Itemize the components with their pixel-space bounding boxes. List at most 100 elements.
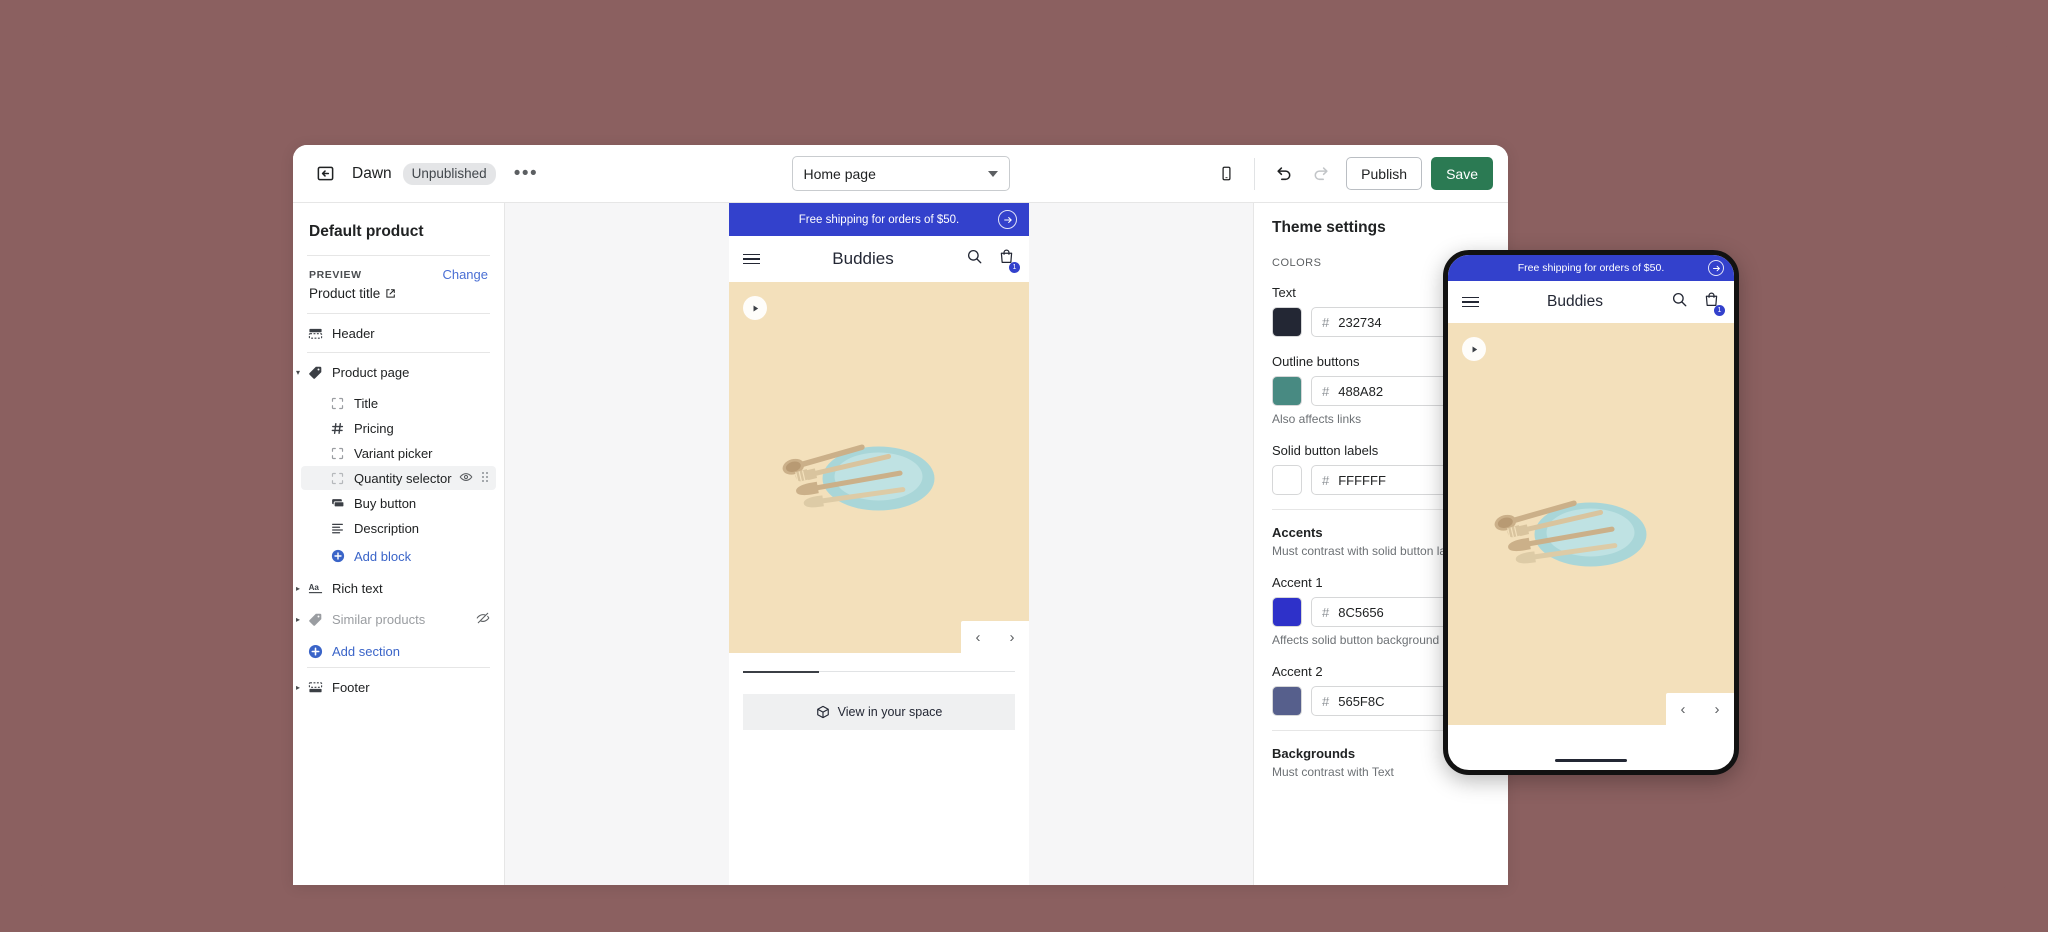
page-selector[interactable]: Home page [791,156,1010,191]
home-indicator [1555,759,1627,762]
carousel-prev-button[interactable]: ‹ [961,621,995,653]
hash-symbol: # [1322,314,1330,330]
play-icon[interactable] [1462,337,1486,361]
color-swatch[interactable] [1272,597,1302,627]
hash-symbol: # [1322,472,1330,488]
carousel-progress [743,670,1015,673]
sidebar-item-header[interactable]: Header [301,321,496,345]
sidebar-item-similar-products[interactable]: ▸ Similar products [296,607,496,631]
carousel-prev-button[interactable]: ‹ [1666,693,1700,725]
back-button[interactable] [308,157,342,191]
color-swatch[interactable] [1272,686,1302,716]
text-lines-icon [329,522,346,535]
hash-symbol: # [1322,693,1330,709]
mobile-preview-device[interactable]: Free shipping for orders of $50. Buddies… [1443,250,1739,775]
disclosure-triangle-icon[interactable]: ▸ [293,615,304,624]
view-in-your-space-label: View in your space [837,705,943,719]
block-square-icon [329,447,346,460]
hamburger-menu-icon[interactable] [1462,296,1479,308]
cutlery-plate-image [1494,500,1647,567]
sidebar-item-rich-text[interactable]: ▸ Aa Rich text [296,576,496,600]
play-icon[interactable] [743,296,767,320]
announcement-bar-mobile[interactable]: Free shipping for orders of $50. [1448,255,1734,281]
hamburger-menu-icon[interactable] [743,253,760,265]
sidebar-block-buy-button[interactable]: Buy button [301,491,496,515]
announcement-text: Free shipping for orders of $50. [798,213,960,226]
sidebar-block-title[interactable]: Title [301,391,496,415]
view-in-your-space-button[interactable]: View in your space [743,694,1015,730]
publish-button[interactable]: Publish [1346,157,1423,190]
sections-sidebar: Default product PREVIEW Change Product t… [293,203,505,885]
preview-area: Free shipping for orders of $50. Buddies [505,203,1253,885]
search-icon[interactable] [966,248,983,270]
change-preview-link[interactable]: Change [442,267,488,282]
redo-button[interactable] [1302,155,1340,193]
carousel-next-button[interactable]: › [1700,693,1734,725]
preview-block: PREVIEW Change Product title [293,256,504,313]
aa-text-icon: Aa [307,581,324,596]
theme-editor-window: Dawn Unpublished ••• Home page Publish S… [293,145,1508,885]
cart-button[interactable]: 1 [1703,291,1725,316]
redo-icon [1314,167,1328,181]
sidebar-item-label: Quantity selector [354,470,452,486]
sidebar-block-pricing[interactable]: Pricing [301,416,496,440]
hero-media-mobile[interactable]: ‹ › [1448,323,1734,725]
announcement-text: Free shipping for orders of $50. [1517,262,1665,274]
divider [307,667,490,668]
cube-icon [816,705,829,719]
toolbar-divider [1254,157,1256,190]
arrow-right-icon[interactable] [998,210,1017,229]
color-swatch[interactable] [1272,465,1302,495]
drag-handle-icon[interactable] [480,470,490,487]
sidebar-block-quantity-selector[interactable]: Quantity selector [301,466,496,490]
add-block-button[interactable]: Add block [301,543,496,569]
disclosure-triangle-icon[interactable]: ▸ [293,584,304,593]
search-icon[interactable] [1671,291,1688,313]
preview-caption: PREVIEW [309,268,362,281]
more-actions-button[interactable]: ••• [508,160,544,187]
add-section-button[interactable]: Add section [301,638,496,664]
divider [307,352,490,353]
svg-text:Aa: Aa [309,583,320,592]
disclosure-triangle-icon[interactable]: ▾ [293,368,304,377]
sidebar-block-description[interactable]: Description [301,516,496,540]
hero-media[interactable]: ‹ › [729,282,1029,653]
carousel-next-button[interactable]: › [995,621,1029,653]
arrow-right-icon[interactable] [1708,260,1724,276]
top-bar-actions: Publish Save [1207,145,1508,202]
plus-circle-icon [329,549,346,563]
eye-icon[interactable] [459,470,473,487]
mobile-view-button[interactable] [1207,155,1245,193]
row-actions [476,611,490,628]
storefront-header: Buddies 1 [729,236,1029,282]
sidebar-item-label: Description [354,520,420,536]
storefront-preview[interactable]: Free shipping for orders of $50. Buddies [729,203,1029,885]
disclosure-triangle-icon[interactable]: ▸ [293,683,304,692]
cart-count-badge: 1 [1009,262,1020,273]
sidebar-item-product-page[interactable]: ▾ Product page [296,360,496,384]
sidebar-item-label: Product page [332,364,410,380]
carousel-progress-fill [743,670,820,673]
cart-button[interactable]: 1 [998,248,1020,273]
hero-carousel-nav: ‹ › [961,621,1029,653]
theme-name: Dawn [352,164,392,182]
plus-circle-icon [307,644,324,659]
hash-symbol: # [1322,604,1330,620]
block-square-icon [329,397,346,410]
sidebar-item-footer[interactable]: ▸ Footer [296,675,496,699]
preview-value-row[interactable]: Product title [309,286,488,301]
status-badge: Unpublished [402,162,496,185]
save-button[interactable]: Save [1431,157,1493,190]
undo-button[interactable] [1264,155,1302,193]
color-swatch[interactable] [1272,376,1302,406]
undo-icon [1277,167,1291,181]
hash-symbol: # [1322,383,1330,399]
sidebar-item-label: Similar products [332,611,426,627]
sidebar-block-variant-picker[interactable]: Variant picker [301,441,496,465]
color-swatch[interactable] [1272,307,1302,337]
settings-title: Theme settings [1272,219,1386,236]
add-block-label: Add block [354,548,412,564]
eye-off-icon[interactable] [476,611,490,628]
sidebar-item-label: Footer [332,679,370,695]
announcement-bar[interactable]: Free shipping for orders of $50. [729,203,1029,236]
